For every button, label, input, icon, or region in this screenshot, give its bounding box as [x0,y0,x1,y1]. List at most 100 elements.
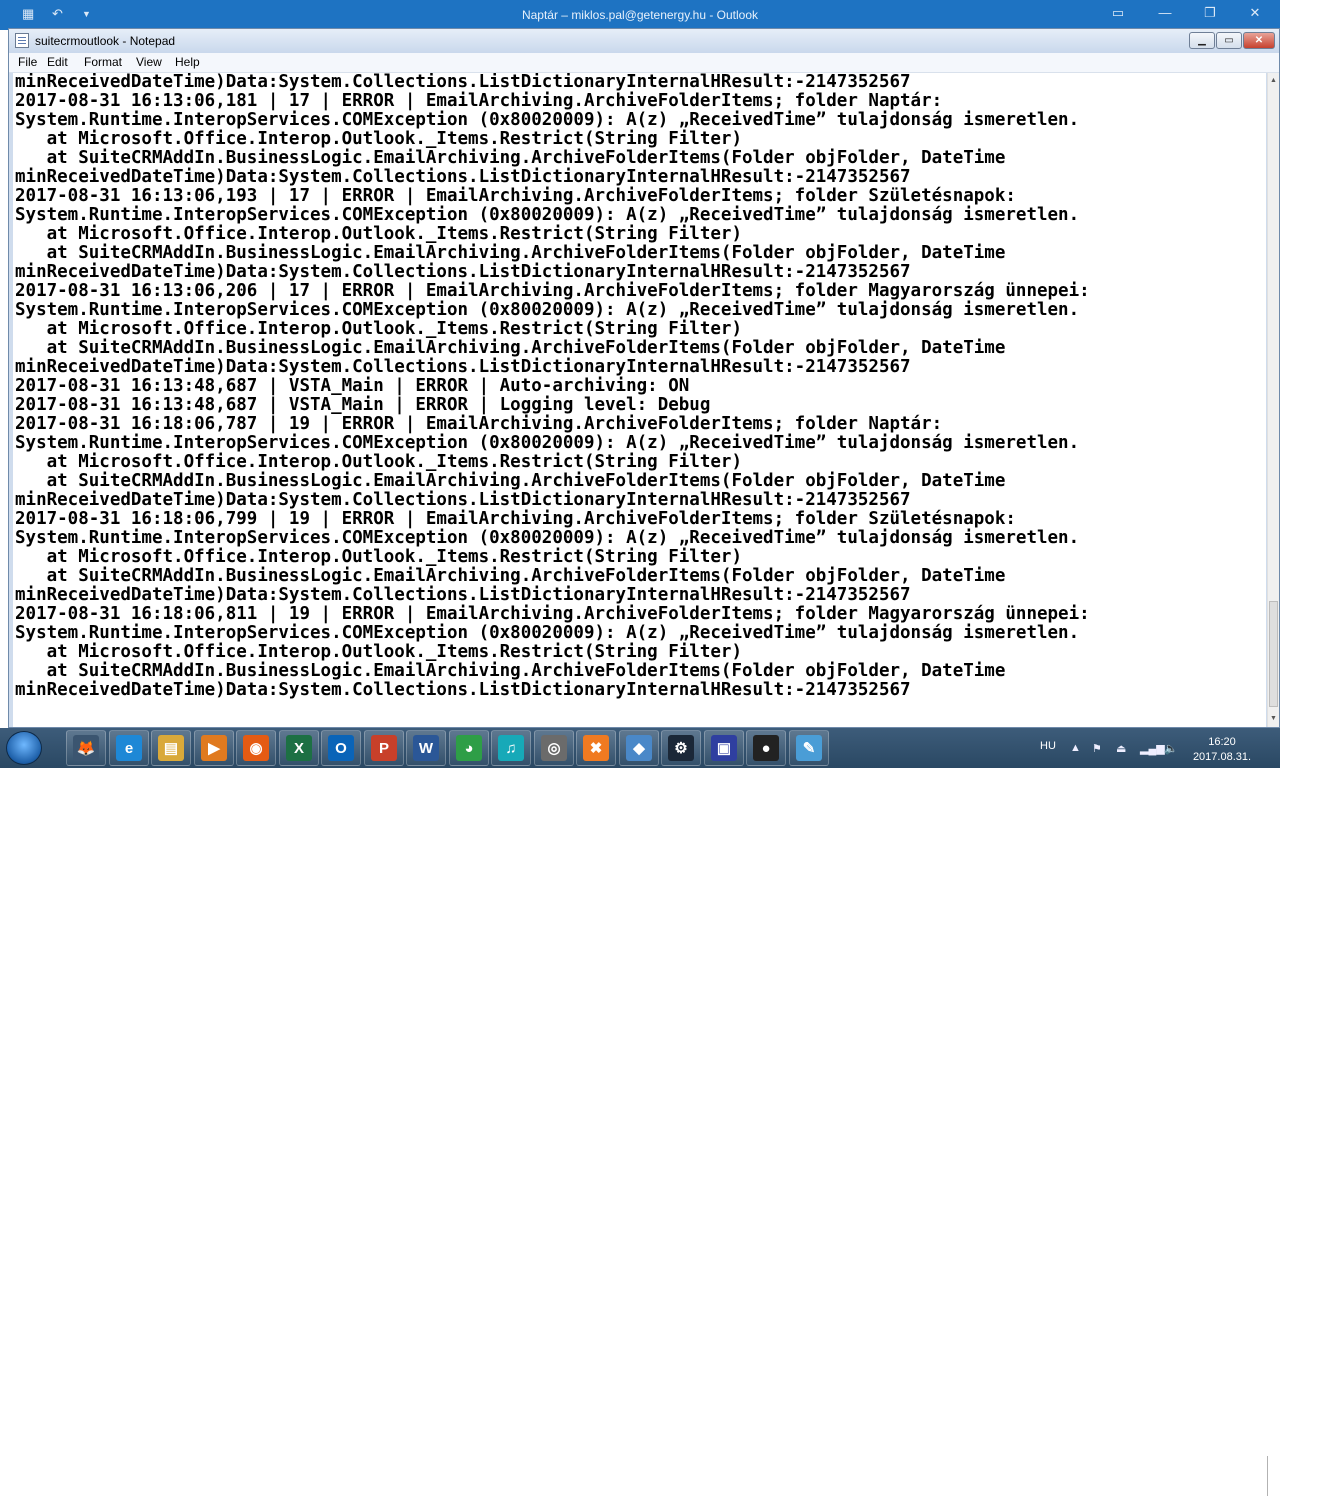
taskbar-app-button[interactable]: ◕ [449,730,489,766]
taskbar-app-button[interactable]: ◎ [534,730,574,766]
headphones-icon: ♫ [498,735,524,761]
network-warning-icon[interactable]: ⚑ [1092,742,1102,755]
outlook-window-title: Naptár – miklos.pal@getenergy.hu - Outlo… [521,8,759,22]
outlook-close-button[interactable]: ✕ [1235,5,1275,25]
log-line: at SuiteCRMAddIn.BusinessLogic.EmailArch… [15,338,1006,358]
chrome-icon: ◕ [456,735,482,761]
notepad-minimize-button[interactable]: ▁ [1189,32,1215,49]
log-line: minReceivedDateTime)Data:System.Collecti… [15,73,911,92]
outlook-minimize-button[interactable]: — [1145,5,1185,25]
log-line: minReceivedDateTime)Data:System.Collecti… [15,585,911,605]
menu-help[interactable]: Help [175,55,200,69]
taskbar-app-button[interactable]: ◉ [236,730,276,766]
notepad-maximize-button[interactable]: ▭ [1216,32,1242,49]
taskbar-app-button[interactable]: ▶ [194,730,234,766]
outlook-icon: O [328,735,354,761]
log-line: 2017-08-31 16:13:06,206 | 17 | ERROR | E… [15,281,1090,301]
notepad-text-area[interactable]: minReceivedDateTime)Data:System.Collecti… [13,73,1266,727]
taskbar-app-button[interactable]: ♫ [491,730,531,766]
camera-icon: ◎ [541,735,567,761]
menu-edit[interactable]: Edit [47,55,68,69]
log-line: at SuiteCRMAddIn.BusinessLogic.EmailArch… [15,661,1006,681]
notepad-file-icon[interactable] [15,33,29,48]
taskbar: 🦊 e ▤ ▶ ◉ X O P W ◕ ♫ ◎ ✖ ◆ ⚙ ▣ ● ✎ [0,728,1281,1496]
log-line: System.Runtime.InteropServices.COMExcept… [15,623,1080,643]
menu-format[interactable]: Format [84,55,122,69]
internet-explorer-icon: e [116,735,142,761]
excel-icon: X [286,735,312,761]
taskbar-app-button[interactable]: 🦊 [66,730,106,766]
taskbar-app-button[interactable]: ▣ [704,730,744,766]
log-line: minReceivedDateTime)Data:System.Collecti… [15,357,911,377]
outlook-titlebar: ▦ ↶ ▼ Naptár – miklos.pal@getenergy.hu -… [0,0,1280,30]
notepad-close-button[interactable]: ✕ [1243,32,1275,49]
log-line: System.Runtime.InteropServices.COMExcept… [15,110,1080,130]
scroll-up-arrow-icon[interactable]: ▲ [1270,77,1277,84]
taskbar-app-button[interactable]: e [109,730,149,766]
taskbar-app-button[interactable]: ● [746,730,786,766]
vertical-scrollbar[interactable]: ▲ ▼ [1267,73,1279,727]
scrollbar-thumb[interactable] [1269,601,1278,707]
notepad-titlebar[interactable]: suitecrmoutlook - Notepad ▁ ▭ ✕ [9,29,1279,53]
notepad-menubar: File Edit Format View Help [9,53,1279,73]
log-line: minReceivedDateTime)Data:System.Collecti… [15,490,911,510]
log-text: minReceivedDateTime)Data:System.Collecti… [13,73,1266,700]
clock-date: 2017.08.31. [1192,751,1252,763]
log-line: 2017-08-31 16:13:06,193 | 17 | ERROR | E… [15,186,1016,206]
log-line: 2017-08-31 16:13:48,687 | VSTA_Main | ER… [15,395,711,415]
log-line: System.Runtime.InteropServices.COMExcept… [15,433,1080,453]
powerpoint-icon: P [371,735,397,761]
save-disk-icon: ▣ [711,735,737,761]
notepad-window-title: suitecrmoutlook - Notepad [35,34,176,48]
tray-expand-icon[interactable]: ▲ [1070,742,1081,754]
show-desktop-button[interactable] [1267,1456,1281,1496]
notepad-window: suitecrmoutlook - Notepad ▁ ▭ ✕ File Edi… [8,28,1280,728]
usb-device-icon[interactable]: ⏏ [1116,742,1126,755]
log-line: 2017-08-31 16:13:48,687 | VSTA_Main | ER… [15,376,690,396]
ribbon-display-options-icon[interactable]: ▭ [1098,5,1138,25]
clock-time: 16:20 [1208,736,1236,748]
log-line: at SuiteCRMAddIn.BusinessLogic.EmailArch… [15,566,1006,586]
taskbar-app-button[interactable]: X [279,730,319,766]
log-line: 2017-08-31 16:13:06,181 | 17 | ERROR | E… [15,91,943,111]
log-line: at Microsoft.Office.Interop.Outlook._Ite… [15,452,742,472]
log-line: at SuiteCRMAddIn.BusinessLogic.EmailArch… [15,148,1006,168]
firefox-icon: ◉ [243,735,269,761]
taskbar-app-button[interactable]: ✖ [576,730,616,766]
scroll-down-arrow-icon[interactable]: ▼ [1270,715,1277,722]
outlook-restore-button[interactable]: ❐ [1190,5,1230,25]
log-line: 2017-08-31 16:18:06,787 | 19 | ERROR | E… [15,414,943,434]
notepad-icon: ✎ [796,735,822,761]
log-line: minReceivedDateTime)Data:System.Collecti… [15,680,911,700]
file-explorer-icon: ▤ [158,735,184,761]
taskbar-app-button[interactable]: ▤ [151,730,191,766]
menu-file[interactable]: File [18,55,37,69]
media-player-icon: ▶ [201,735,227,761]
volume-icon[interactable]: 🔈 [1164,742,1178,755]
log-line: at SuiteCRMAddIn.BusinessLogic.EmailArch… [15,471,1006,491]
log-line: at Microsoft.Office.Interop.Outlook._Ite… [15,642,742,662]
language-indicator[interactable]: HU [1040,740,1056,752]
system-clock[interactable]: 16:20 2017.08.31. [1188,735,1256,765]
taskbar-app-button[interactable]: W [406,730,446,766]
log-line: minReceivedDateTime)Data:System.Collecti… [15,262,911,282]
start-button[interactable] [6,731,42,765]
log-line: System.Runtime.InteropServices.COMExcept… [15,528,1080,548]
log-line: at Microsoft.Office.Interop.Outlook._Ite… [15,129,742,149]
log-line: at Microsoft.Office.Interop.Outlook._Ite… [15,547,742,567]
taskbar-app-button[interactable]: ⚙ [661,730,701,766]
taskbar-app-button[interactable]: ✎ [789,730,829,766]
signal-strength-icon[interactable]: ▂▄▆ [1140,742,1165,755]
xampp-icon: ✖ [583,735,609,761]
taskbar-app-button[interactable]: P [364,730,404,766]
log-line: at SuiteCRMAddIn.BusinessLogic.EmailArch… [15,243,1006,263]
virtualbox-icon: ◆ [626,735,652,761]
log-line: at Microsoft.Office.Interop.Outlook._Ite… [15,224,742,244]
log-line: 2017-08-31 16:18:06,811 | 19 | ERROR | E… [15,604,1090,624]
desktop-edge [1280,0,1337,768]
media-app-icon: ● [753,735,779,761]
taskbar-app-button[interactable]: O [321,730,361,766]
menu-view[interactable]: View [136,55,162,69]
log-line: 2017-08-31 16:18:06,799 | 19 | ERROR | E… [15,509,1016,529]
taskbar-app-button[interactable]: ◆ [619,730,659,766]
